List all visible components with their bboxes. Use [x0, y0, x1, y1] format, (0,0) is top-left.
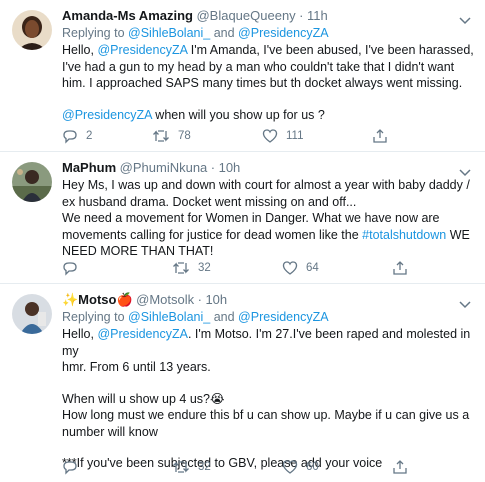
reply-button[interactable]: 2 [62, 128, 152, 144]
separator-dot: · [210, 160, 216, 175]
reply-button[interactable] [62, 459, 172, 475]
replying-and: and [213, 26, 235, 40]
tweet[interactable]: ✨Motso🍎 @Motsolk · 10h Replying to @Sihl… [0, 284, 485, 482]
tweet-text: Hello, @PresidencyZA I'm Amanda, I've be… [62, 42, 475, 123]
text-segment: WE [446, 227, 470, 242]
reply-icon [63, 130, 77, 144]
user-handle[interactable]: @PhumiNkuna [120, 160, 208, 175]
replying-to: Replying to @SihleBolani_ and @Presidenc… [62, 25, 475, 41]
tweet[interactable]: Amanda-Ms Amazing @BlaqueQueeny · 11h Re… [0, 0, 485, 152]
heart-icon [282, 460, 298, 474]
chevron-down-icon[interactable] [459, 166, 471, 180]
text-line: How long must we endure this bf u can sh… [62, 408, 470, 422]
chevron-down-icon[interactable] [459, 298, 471, 312]
replying-label: Replying to [62, 26, 125, 40]
share-button[interactable] [372, 128, 388, 144]
mention-link[interactable]: @PresidencyZA [97, 327, 188, 341]
retweet-count: 78 [178, 130, 191, 142]
text-line: Hey Ms, I was up and down with court for… [62, 178, 470, 192]
timestamp[interactable]: 11h [307, 8, 328, 23]
text-segment: when will you show up for us ? [151, 107, 325, 122]
reply-count: 2 [86, 130, 93, 142]
tweet-text: Hey Ms, I was up and down with court for… [62, 177, 475, 260]
display-name[interactable]: ✨Motso🍎 [62, 292, 133, 307]
tweet-header: Amanda-Ms Amazing @BlaqueQueeny · 11h [62, 8, 475, 24]
retweet-button[interactable]: 32 [172, 260, 282, 276]
tweet[interactable]: MaPhum @PhumiNkuna · 10h Hey Ms, I was u… [0, 152, 485, 284]
like-button[interactable]: 111 [262, 128, 372, 144]
replying-label: Replying to [62, 310, 125, 324]
text-line: I've had a gun to my head by a man who c… [62, 59, 455, 74]
text-line: hmr. From 6 until 13 years. [62, 360, 211, 374]
like-count: 64 [306, 262, 319, 274]
avatar[interactable] [12, 162, 52, 202]
tweet-text: Hello, @PresidencyZA. I'm Motso. I'm 27.… [62, 326, 475, 472]
separator-dot: · [197, 292, 202, 307]
text-line: number will know [62, 424, 158, 439]
like-button[interactable]: 60 [282, 459, 392, 475]
text-line: We need a movement for Women in Danger. … [62, 211, 440, 225]
chevron-down-icon[interactable] [459, 14, 471, 28]
separator-dot: · [299, 8, 304, 23]
mention-link[interactable]: @PresidencyZA [238, 26, 329, 40]
text-segment: I'm Amanda, I've been abused, I've been … [187, 43, 474, 57]
text-line: ex husband drama. Docket went missing on… [62, 194, 357, 209]
mention-link[interactable]: @PresidencyZA [62, 108, 152, 122]
heart-icon [282, 261, 298, 275]
timestamp[interactable]: 10h [219, 160, 241, 175]
user-handle[interactable]: @Motsolk [136, 292, 194, 307]
reply-icon [63, 262, 77, 276]
hashtag-link[interactable]: #totalshutdown [362, 228, 446, 242]
heart-icon [262, 129, 278, 143]
retweet-count: 32 [198, 461, 211, 473]
avatar[interactable] [12, 294, 52, 334]
like-button[interactable]: 64 [282, 260, 392, 276]
tweet-actions: 32 60 [62, 458, 408, 476]
retweet-icon [173, 461, 189, 473]
display-name[interactable]: MaPhum [62, 160, 116, 175]
user-handle[interactable]: @BlaqueQueeny [196, 8, 295, 23]
mention-link[interactable]: @PresidencyZA [238, 310, 329, 324]
mention-link[interactable]: @PresidencyZA [97, 43, 187, 57]
share-icon [373, 129, 387, 143]
like-count: 60 [306, 461, 319, 473]
tweet-header: ✨Motso🍎 @Motsolk · 10h [62, 292, 475, 308]
retweet-icon [173, 262, 189, 274]
text-segment: Hello, [62, 327, 98, 341]
share-icon [393, 460, 407, 474]
tweet-actions: 32 64 [62, 259, 408, 277]
tweet-header: MaPhum @PhumiNkuna · 10h [62, 160, 475, 176]
timestamp[interactable]: 10h [205, 292, 227, 307]
retweet-count: 32 [198, 262, 211, 274]
retweet-button[interactable]: 78 [152, 128, 262, 144]
share-button[interactable] [392, 459, 408, 475]
reply-button[interactable] [62, 260, 172, 276]
text-segment: Hello, [62, 43, 98, 57]
display-name[interactable]: Amanda-Ms Amazing [62, 8, 193, 23]
reply-icon [63, 461, 77, 475]
mention-link[interactable]: @SihleBolani_ [128, 310, 210, 324]
replying-to: Replying to @SihleBolani_ and @Presidenc… [62, 309, 475, 325]
text-line: NEED MORE THAN THAT! [62, 244, 214, 258]
replying-and: and [213, 310, 235, 324]
text-segment: movements calling for justice for dead w… [62, 227, 363, 242]
text-line: him. I approached SAPS many times but th… [62, 76, 463, 90]
retweet-icon [153, 130, 169, 142]
retweet-button[interactable]: 32 [172, 459, 282, 475]
text-line: When will u show up 4 us?😭 [62, 391, 225, 406]
mention-link[interactable]: @SihleBolani_ [128, 26, 210, 40]
like-count: 111 [286, 130, 304, 142]
tweet-actions: 2 78 111 [62, 127, 388, 145]
share-icon [393, 261, 407, 275]
share-button[interactable] [392, 260, 408, 276]
avatar[interactable] [12, 10, 52, 50]
